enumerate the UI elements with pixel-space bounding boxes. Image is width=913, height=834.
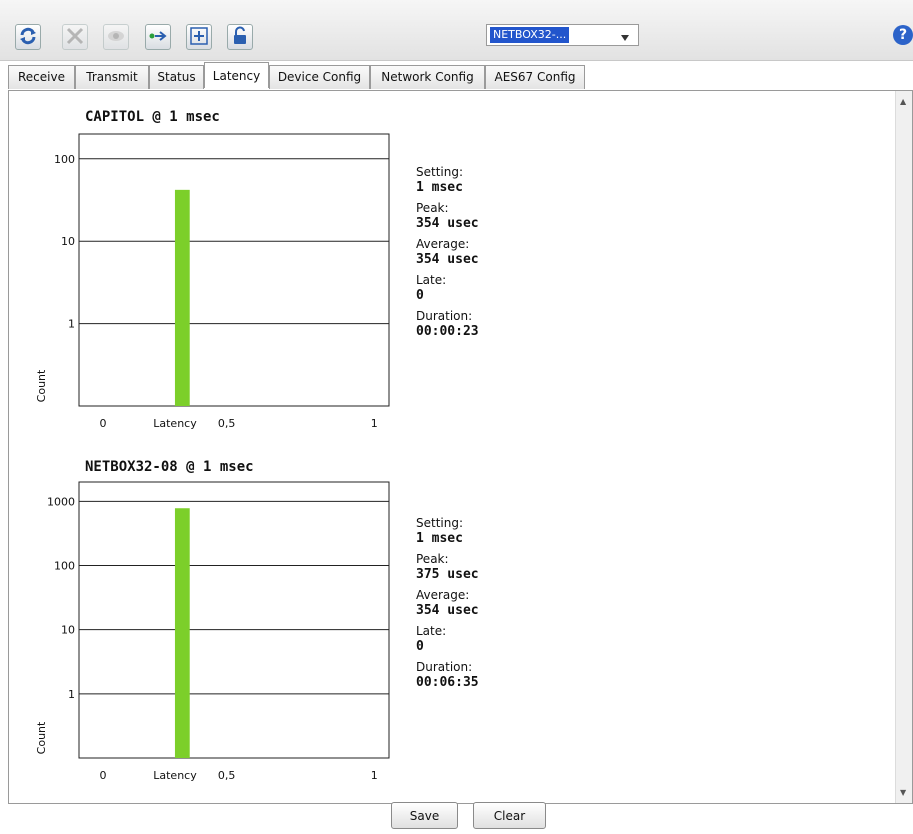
peak-label: Peak: — [416, 552, 449, 566]
tab-label: AES67 Config — [494, 70, 576, 84]
tab-label: Status — [157, 70, 196, 84]
tab-receive[interactable]: Receive — [8, 65, 75, 89]
peak-label: Peak: — [416, 201, 449, 215]
duration-label: Duration: — [416, 309, 473, 323]
latency-stats: Setting: 1 msec Peak: 354 usec Average: … — [416, 165, 479, 345]
peak-value: 354 usec — [416, 216, 479, 231]
tab-device-config[interactable]: Device Config — [269, 65, 370, 89]
device-select-value: NETBOX32-... — [490, 27, 570, 43]
y-tick-label: 10 — [61, 624, 75, 637]
y-tick-label: 1000 — [47, 495, 75, 508]
setting-label: Setting: — [416, 516, 464, 530]
y-tick-label: 1 — [68, 318, 75, 331]
y-axis-label: Count — [35, 369, 48, 402]
scroll-up-icon[interactable]: ▲ — [900, 97, 906, 106]
x-tick-label: 0,5 — [218, 417, 236, 430]
plot-frame — [78, 133, 390, 407]
setting-value: 1 msec — [416, 531, 463, 546]
y-axis-label: Count — [35, 721, 48, 754]
latency-bar — [174, 189, 190, 406]
tab-latency[interactable]: Latency — [204, 62, 269, 88]
x-axis-label: Latency — [153, 769, 197, 782]
late-label: Late: — [416, 624, 447, 638]
clear-button[interactable]: Clear — [473, 802, 546, 829]
tab-label: Transmit — [86, 70, 138, 84]
add-button[interactable] — [186, 24, 212, 50]
latency-bar — [174, 508, 190, 758]
y-tick-label: 100 — [54, 559, 75, 572]
tab-network-config[interactable]: Network Config — [370, 65, 485, 89]
lock-button[interactable] — [227, 24, 253, 50]
tab-label: Receive — [18, 70, 65, 84]
y-tick-label: 1 — [68, 688, 75, 701]
late-value: 0 — [416, 288, 424, 303]
x-tick-label: 0 — [100, 769, 107, 782]
latency-panel: CAPITOL @ 1 msec 1 10 100 0 0,5 1 Latency Count… — [8, 90, 913, 804]
network-icon — [148, 26, 168, 49]
plot-frame — [78, 481, 390, 759]
toolbar: NETBOX32-... ? — [0, 0, 913, 61]
duration-value: 00:00:23 — [416, 324, 479, 339]
eye-icon — [106, 26, 126, 49]
tools-button[interactable] — [62, 24, 88, 50]
network-button[interactable] — [145, 24, 171, 50]
average-label: Average: — [416, 237, 470, 251]
save-button[interactable]: Save — [391, 802, 458, 829]
chevron-down-icon — [620, 31, 630, 45]
device-select[interactable]: NETBOX32-... — [486, 24, 639, 46]
x-tick-label: 0 — [100, 417, 107, 430]
average-value: 354 usec — [416, 252, 479, 267]
refresh-icon — [18, 26, 38, 49]
x-axis-label: Latency — [153, 417, 197, 430]
x-tick-label: 1 — [371, 769, 378, 782]
duration-value: 00:06:35 — [416, 675, 479, 690]
y-tick-label: 10 — [61, 235, 75, 248]
unlock-icon — [230, 26, 250, 49]
y-tick-label: 100 — [54, 153, 75, 166]
help-icon: ? — [898, 27, 908, 43]
tab-label: Device Config — [277, 70, 362, 84]
late-value: 0 — [416, 639, 424, 654]
setting-value: 1 msec — [416, 180, 463, 195]
refresh-button[interactable] — [15, 24, 41, 50]
x-tick-label: 0,5 — [218, 769, 236, 782]
setting-label: Setting: — [416, 165, 464, 179]
latency-histogram: 1 10 100 0 0,5 1 Latency Count — [35, 133, 390, 430]
tab-aes67-config[interactable]: AES67 Config — [485, 65, 585, 89]
average-label: Average: — [416, 588, 470, 602]
latency-stats: Setting: 1 msec Peak: 375 usec Average: … — [416, 516, 479, 696]
latency-histogram: 1 10 100 1000 0 0,5 1 Latency Count — [35, 481, 390, 782]
late-label: Late: — [416, 273, 447, 287]
vertical-scrollbar[interactable]: ▲ ▼ — [895, 91, 912, 803]
peak-value: 375 usec — [416, 567, 479, 582]
tab-label: Network Config — [381, 70, 474, 84]
average-value: 354 usec — [416, 603, 479, 618]
help-button[interactable]: ? — [893, 25, 913, 45]
plus-box-icon — [189, 26, 209, 49]
tab-status[interactable]: Status — [149, 65, 204, 89]
scroll-down-icon[interactable]: ▼ — [900, 788, 906, 797]
tab-label: Latency — [212, 69, 261, 83]
eye-button[interactable] — [103, 24, 129, 50]
x-tick-label: 1 — [371, 417, 378, 430]
footer-bar: Save Clear — [8, 802, 913, 834]
tools-icon — [65, 26, 85, 49]
tab-transmit[interactable]: Transmit — [75, 65, 149, 89]
duration-label: Duration: — [416, 660, 473, 674]
